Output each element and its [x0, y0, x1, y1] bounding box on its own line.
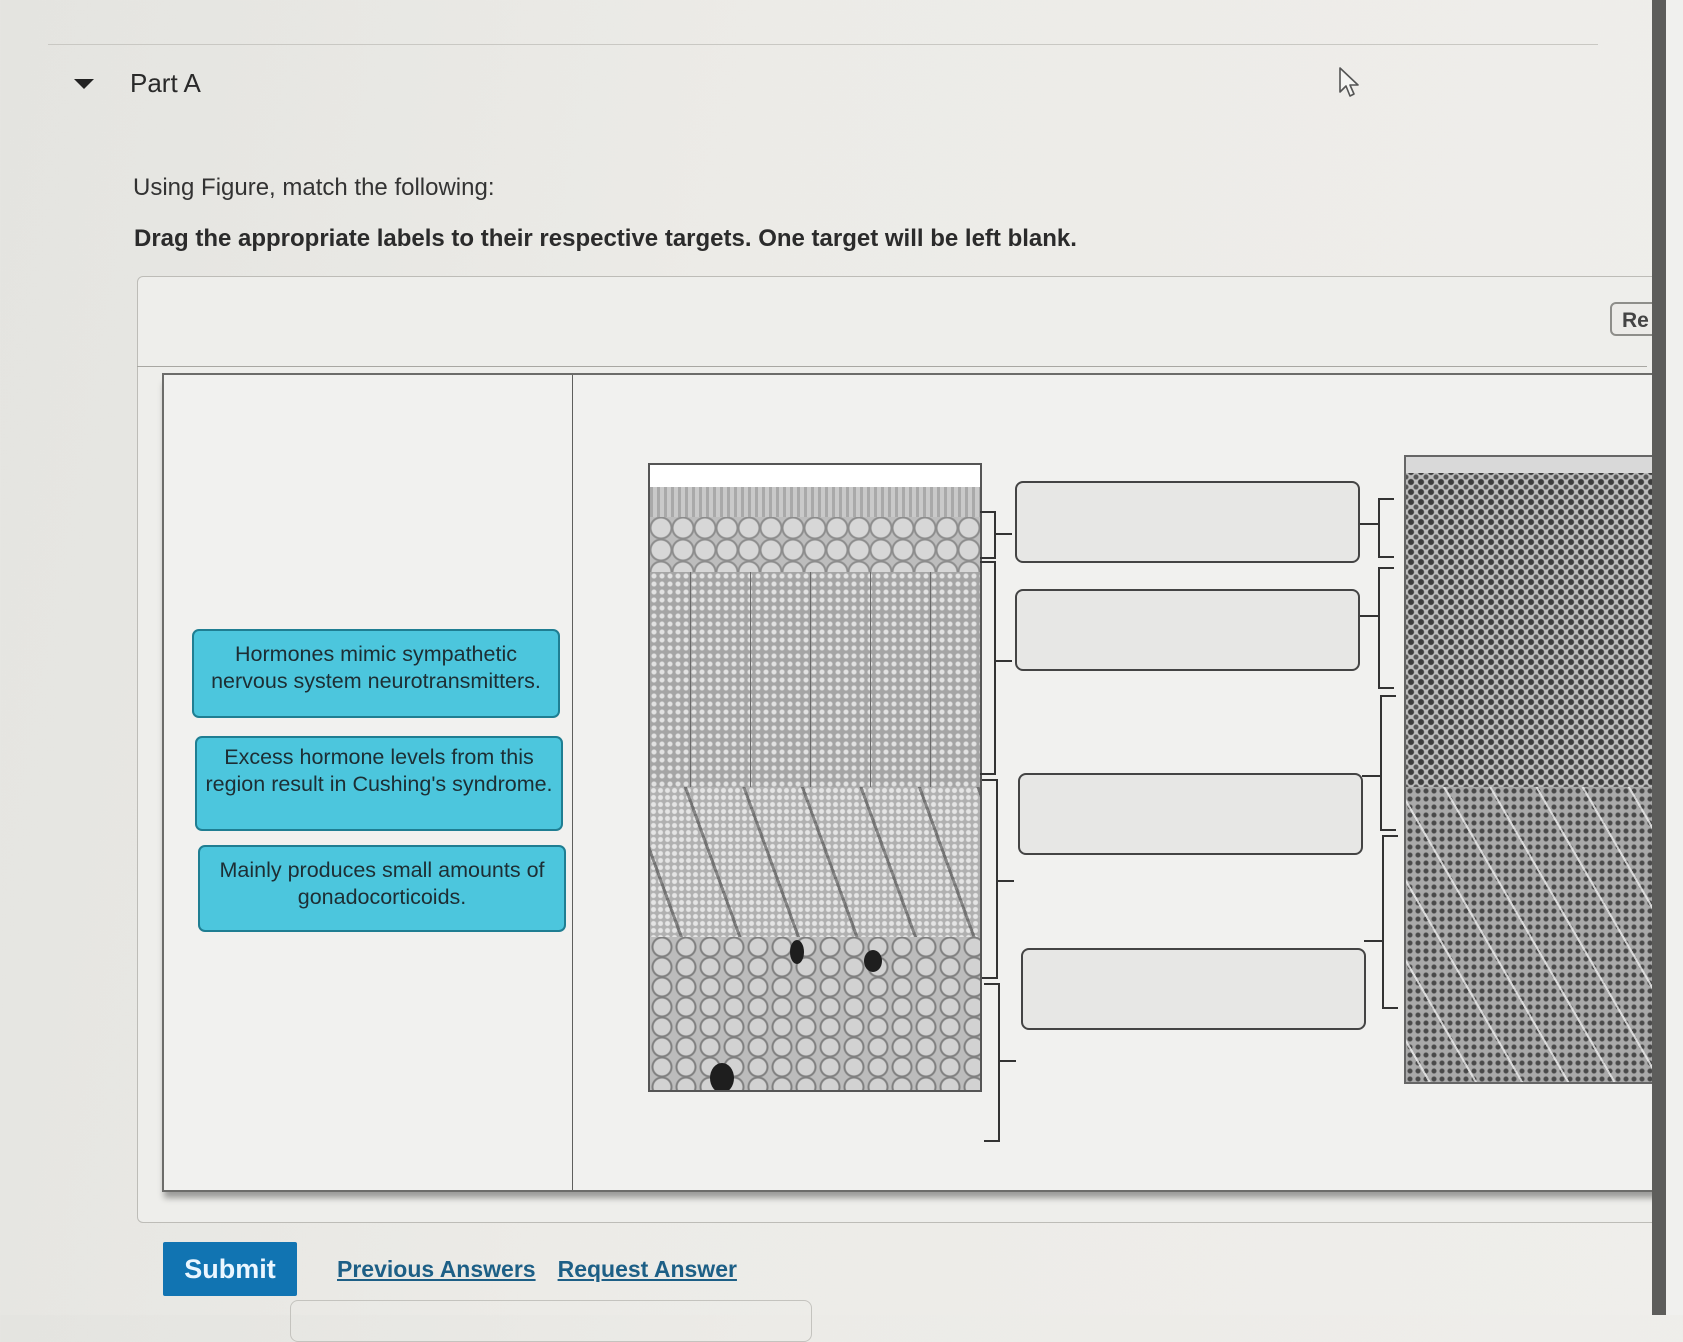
background-edge: [1666, 0, 1683, 1315]
bracket-zone-4: [1382, 835, 1398, 1009]
submit-button[interactable]: Submit: [163, 1242, 297, 1296]
mouse-pointer-icon: [1339, 67, 1359, 97]
question-instruction: Using Figure, match the following:: [133, 174, 495, 201]
blood-vessel: [710, 1063, 734, 1090]
bracket-zone-3: [1380, 695, 1396, 831]
drop-target[interactable]: [1018, 773, 1363, 855]
deeper-cortex-region: [1406, 787, 1668, 1082]
zona-reticularis-region: [650, 787, 980, 937]
bracket-zone-4: [984, 983, 1000, 1142]
previous-answers-link[interactable]: Previous Answers: [337, 1256, 536, 1283]
capsule-band: [650, 487, 980, 517]
request-answer-link[interactable]: Request Answer: [558, 1256, 737, 1283]
drag-drop-workspace: Hormones mimic sympathetic nervous syste…: [162, 373, 1670, 1192]
bracket-zone-1: [1378, 498, 1394, 558]
bracket-zone-2: [1378, 567, 1394, 689]
top-divider: [48, 44, 1598, 45]
zona-fasciculata-region: [650, 572, 980, 787]
connector-line: [994, 533, 1012, 535]
zona-glomerulosa-region: [650, 517, 980, 572]
draggable-label[interactable]: Mainly produces small amounts of gonadoc…: [198, 845, 566, 932]
connector-line: [1362, 775, 1380, 777]
connector-line: [1364, 940, 1382, 942]
bracket-zone-2: [980, 561, 996, 775]
screen-bezel-edge: [1652, 0, 1666, 1315]
connector-line: [1360, 615, 1378, 617]
toolbar-divider: [137, 366, 1647, 367]
capsule-region: [1406, 457, 1668, 473]
adrenal-micrograph: [1404, 455, 1670, 1084]
connector-line: [996, 880, 1014, 882]
part-header[interactable]: Part A: [74, 68, 201, 99]
label-bank: Hormones mimic sympathetic nervous syste…: [164, 375, 573, 1190]
blood-vessel: [864, 950, 882, 972]
blood-vessel: [790, 940, 804, 964]
bracket-zone-1: [980, 511, 996, 559]
adrenal-histology-drawing: [648, 463, 982, 1092]
drop-target[interactable]: [1015, 481, 1360, 563]
drop-target[interactable]: [1021, 948, 1366, 1030]
footer-actions: Submit Previous Answers Request Answer: [163, 1242, 737, 1296]
connector-line: [1360, 523, 1378, 525]
draggable-label[interactable]: Hormones mimic sympathetic nervous syste…: [192, 629, 560, 718]
caret-down-icon[interactable]: [74, 78, 94, 89]
drop-target[interactable]: [1015, 589, 1360, 671]
connector-line: [998, 1060, 1016, 1062]
drag-instruction: Drag the appropriate labels to their res…: [134, 225, 1077, 252]
next-section-panel: [290, 1300, 812, 1342]
draggable-label[interactable]: Excess hormone levels from this region r…: [195, 736, 563, 831]
connector-line: [994, 660, 1012, 662]
bracket-zone-3: [982, 779, 998, 979]
medulla-region: [650, 937, 980, 1090]
part-title: Part A: [130, 68, 201, 98]
